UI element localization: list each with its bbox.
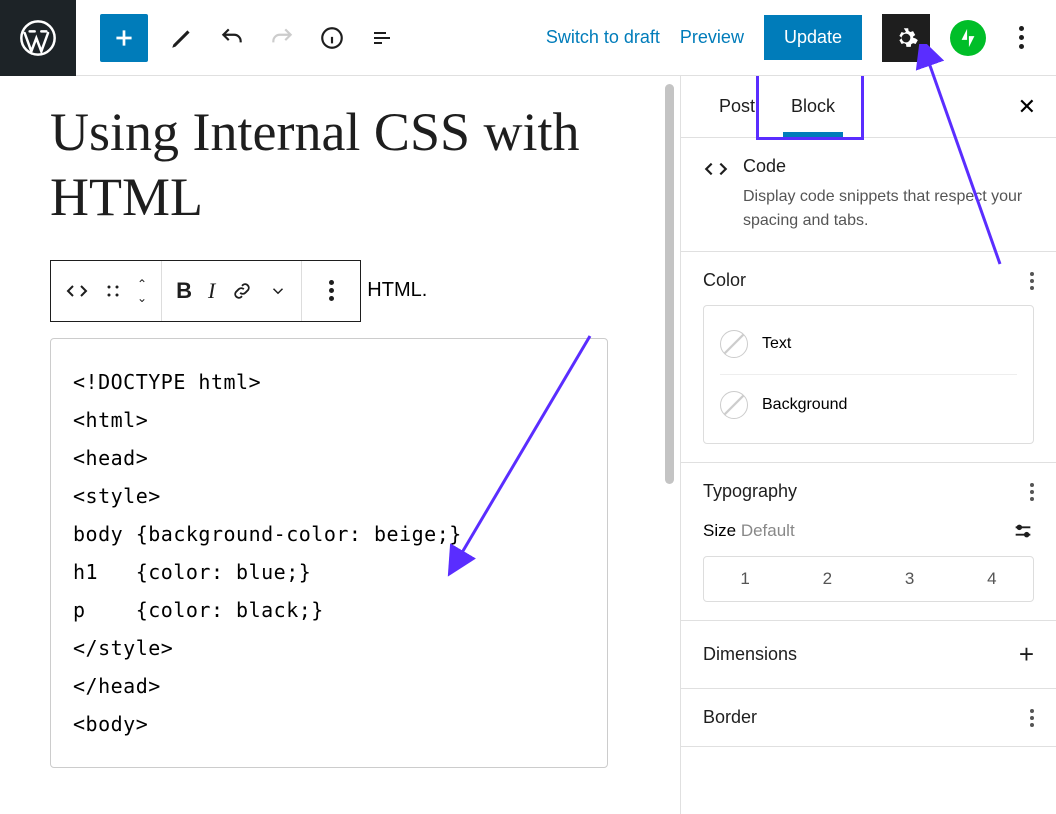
typography-section: Typography Size Default 1 2 3 4 bbox=[681, 463, 1056, 621]
info-icon[interactable] bbox=[316, 22, 348, 54]
editor-topbar: Switch to draft Preview Update bbox=[0, 0, 1056, 76]
size-default: Default bbox=[741, 521, 795, 540]
size-custom-icon[interactable] bbox=[1012, 520, 1034, 542]
block-desc-text: Display code snippets that respect your … bbox=[743, 185, 1034, 233]
tab-block[interactable]: Block bbox=[773, 76, 853, 137]
dimensions-section[interactable]: Dimensions + bbox=[681, 621, 1056, 689]
scrollbar[interactable] bbox=[665, 84, 674, 484]
bold-button[interactable]: B bbox=[176, 278, 192, 304]
block-description: Code Display code snippets that respect … bbox=[681, 138, 1056, 252]
size-4[interactable]: 4 bbox=[951, 557, 1033, 601]
close-sidebar-icon[interactable]: ✕ bbox=[1018, 94, 1036, 120]
drag-handle-icon[interactable] bbox=[105, 283, 121, 299]
tab-post[interactable]: Post bbox=[701, 76, 773, 137]
border-options-icon[interactable] bbox=[1030, 709, 1034, 727]
post-title[interactable]: Using Internal CSS with HTML bbox=[50, 100, 610, 230]
size-presets: 1 2 3 4 bbox=[703, 556, 1034, 602]
add-dimensions-icon[interactable]: + bbox=[1019, 639, 1034, 670]
dimensions-heading: Dimensions bbox=[703, 644, 797, 665]
jetpack-icon[interactable] bbox=[950, 20, 986, 56]
sidebar-tabs: Post Block ✕ bbox=[681, 76, 1056, 138]
wordpress-logo[interactable] bbox=[0, 0, 76, 76]
color-heading: Color bbox=[703, 270, 746, 291]
typo-options-icon[interactable] bbox=[1030, 483, 1034, 501]
outline-icon[interactable] bbox=[366, 22, 398, 54]
edit-tool-icon[interactable] bbox=[166, 22, 198, 54]
link-icon[interactable] bbox=[231, 280, 253, 302]
settings-sidebar: Post Block ✕ Code Display code snippets … bbox=[680, 76, 1056, 814]
size-2[interactable]: 2 bbox=[786, 557, 868, 601]
more-options-icon[interactable] bbox=[1006, 26, 1036, 49]
update-button[interactable]: Update bbox=[764, 15, 862, 60]
color-options-icon[interactable] bbox=[1030, 272, 1034, 290]
chevron-down-icon[interactable] bbox=[269, 282, 287, 300]
editor-canvas: Using Internal CSS with HTML ⌃⌄ B I bbox=[0, 76, 680, 814]
undo-icon[interactable] bbox=[216, 22, 248, 54]
code-icon bbox=[703, 156, 729, 182]
redo-icon bbox=[266, 22, 298, 54]
topbar-left bbox=[76, 14, 398, 62]
preview-link[interactable]: Preview bbox=[680, 27, 744, 48]
switch-to-draft-link[interactable]: Switch to draft bbox=[546, 27, 660, 48]
code-block-icon[interactable] bbox=[65, 279, 89, 303]
topbar-right: Switch to draft Preview Update bbox=[546, 14, 1056, 62]
text-color-row[interactable]: Text bbox=[720, 314, 1017, 374]
typography-heading: Typography bbox=[703, 481, 797, 502]
block-more-icon[interactable] bbox=[316, 280, 346, 301]
add-block-button[interactable] bbox=[100, 14, 148, 62]
settings-button[interactable] bbox=[882, 14, 930, 62]
background-color-label: Background bbox=[762, 396, 847, 414]
text-color-swatch bbox=[720, 330, 748, 358]
size-1[interactable]: 1 bbox=[704, 557, 786, 601]
block-name: Code bbox=[743, 156, 1034, 177]
html-label: HTML. bbox=[367, 279, 427, 302]
border-section[interactable]: Border bbox=[681, 689, 1056, 747]
border-heading: Border bbox=[703, 707, 757, 728]
size-label: Size bbox=[703, 521, 736, 540]
block-toolbar: ⌃⌄ B I bbox=[50, 260, 361, 322]
text-color-label: Text bbox=[762, 335, 791, 353]
background-color-swatch bbox=[720, 391, 748, 419]
move-arrows-icon[interactable]: ⌃⌄ bbox=[137, 278, 147, 304]
workspace: Using Internal CSS with HTML ⌃⌄ B I bbox=[0, 76, 1056, 814]
color-section: Color Text Background bbox=[681, 252, 1056, 463]
background-color-row[interactable]: Background bbox=[720, 374, 1017, 435]
size-3[interactable]: 3 bbox=[869, 557, 951, 601]
code-block[interactable]: <!DOCTYPE html> <html> <head> <style> bo… bbox=[50, 338, 608, 768]
italic-button[interactable]: I bbox=[208, 278, 215, 304]
